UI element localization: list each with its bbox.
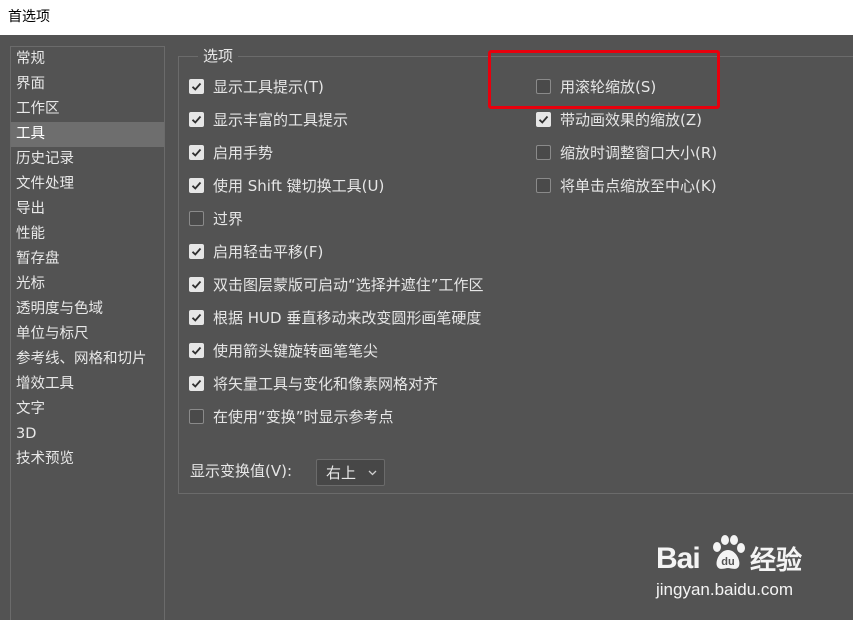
show-transform-values-select[interactable]: 右上 <box>316 459 385 486</box>
checkmark-icon <box>191 148 202 157</box>
option-show-tooltips[interactable]: 显示工具提示(T) <box>189 74 324 98</box>
option-label: 根据 HUD 垂直移动来改变圆形画笔硬度 <box>213 308 482 327</box>
sidebar-item-interface[interactable]: 界面 <box>11 72 164 97</box>
checkbox[interactable] <box>189 210 204 226</box>
sidebar-item-3d[interactable]: 3D <box>11 422 164 447</box>
option-overscroll[interactable]: 过界 <box>189 206 243 230</box>
sidebar-item-tech-preview[interactable]: 技术预览 <box>11 447 164 472</box>
sidebar-item-workspace[interactable]: 工作区 <box>11 97 164 122</box>
baidu-paw-icon: du <box>713 535 745 569</box>
checkmark-icon <box>191 346 202 355</box>
option-zoom-clicked-point-center[interactable]: 将单击点缩放至中心(K) <box>536 173 717 197</box>
option-label: 启用轻击平移(F) <box>213 242 324 261</box>
checkmark-icon <box>191 280 202 289</box>
select-value: 右上 <box>326 464 357 482</box>
checkbox[interactable] <box>189 177 204 193</box>
option-rich-tooltips[interactable]: 显示丰富的工具提示 <box>189 107 348 131</box>
annotation-highlight-box <box>488 50 720 109</box>
option-snap-vector-tools[interactable]: 将矢量工具与变化和像素网格对齐 <box>189 371 438 395</box>
checkbox[interactable] <box>189 111 204 127</box>
checkbox[interactable] <box>189 342 204 358</box>
option-double-click-mask-workspace[interactable]: 双击图层蒙版可启动“选择并遮住”工作区 <box>189 272 484 296</box>
option-shift-switch-tools[interactable]: 使用 Shift 键切换工具(U) <box>189 173 384 197</box>
option-hud-brush-hardness[interactable]: 根据 HUD 垂直移动来改变圆形画笔硬度 <box>189 305 481 329</box>
checkmark-icon <box>191 82 202 91</box>
option-label: 过界 <box>213 209 244 228</box>
option-label: 使用箭头键旋转画笔笔尖 <box>213 341 379 360</box>
sidebar-item-plugins[interactable]: 增效工具 <box>11 372 164 397</box>
option-arrow-rotate-brush[interactable]: 使用箭头键旋转画笔笔尖 <box>189 338 378 362</box>
baidu-logo-text: Bai <box>656 542 701 575</box>
option-flick-panning[interactable]: 启用轻击平移(F) <box>189 239 323 263</box>
option-enable-gestures[interactable]: 启用手势 <box>189 140 273 164</box>
preferences-sidebar: 常规 界面 工作区 工具 历史记录 文件处理 导出 性能 暂存盘 光标 透明度与… <box>10 46 165 620</box>
option-label: 缩放时调整窗口大小(R) <box>560 143 718 162</box>
options-legend: 选项 <box>198 46 239 66</box>
checkmark-icon <box>191 247 202 256</box>
checkbox[interactable] <box>189 408 204 424</box>
sidebar-item-file-handling[interactable]: 文件处理 <box>11 172 164 197</box>
option-label: 带动画效果的缩放(Z) <box>560 110 702 129</box>
sidebar-item-units-rulers[interactable]: 单位与标尺 <box>11 322 164 347</box>
checkbox[interactable] <box>536 177 551 193</box>
option-label: 显示丰富的工具提示 <box>213 110 349 129</box>
sidebar-item-performance[interactable]: 性能 <box>11 222 164 247</box>
checkmark-icon <box>538 115 549 124</box>
checkbox[interactable] <box>189 276 204 292</box>
option-label: 使用 Shift 键切换工具(U) <box>213 176 385 195</box>
option-zoom-resizes-windows[interactable]: 缩放时调整窗口大小(R) <box>536 140 717 164</box>
sidebar-item-transparency-gamut[interactable]: 透明度与色域 <box>11 297 164 322</box>
sidebar-item-export[interactable]: 导出 <box>11 197 164 222</box>
sidebar-item-history[interactable]: 历史记录 <box>11 147 164 172</box>
svg-text:du: du <box>721 556 734 568</box>
option-label: 启用手势 <box>213 143 274 162</box>
watermark-url: jingyan.baidu.com <box>656 580 794 599</box>
sidebar-item-type[interactable]: 文字 <box>11 397 164 422</box>
checkbox[interactable] <box>189 243 204 259</box>
sidebar-item-scratch-disks[interactable]: 暂存盘 <box>11 247 164 272</box>
checkbox[interactable] <box>189 375 204 391</box>
option-label: 将矢量工具与变化和像素网格对齐 <box>213 374 439 393</box>
checkmark-icon <box>191 379 202 388</box>
sidebar-item-guides-grid-slices[interactable]: 参考线、网格和切片 <box>11 347 164 372</box>
chevron-down-icon <box>368 470 377 476</box>
option-label: 双击图层蒙版可启动“选择并遮住”工作区 <box>213 275 484 294</box>
show-transform-values-label: 显示变换值(V): <box>190 462 293 480</box>
sidebar-item-general[interactable]: 常规 <box>11 47 164 72</box>
option-label: 将单击点缩放至中心(K) <box>560 176 717 195</box>
window-title: 首选项 <box>0 0 853 35</box>
sidebar-item-cursors[interactable]: 光标 <box>11 272 164 297</box>
checkmark-icon <box>191 313 202 322</box>
option-show-reference-point[interactable]: 在使用“变换”时显示参考点 <box>189 404 394 428</box>
checkbox[interactable] <box>189 309 204 325</box>
checkbox[interactable] <box>536 144 551 160</box>
checkmark-icon <box>191 181 202 190</box>
option-label: 显示工具提示(T) <box>213 77 324 96</box>
baidu-jingyan-text: 经验 <box>750 546 803 576</box>
checkbox[interactable] <box>189 78 204 94</box>
sidebar-item-tools[interactable]: 工具 <box>11 122 164 147</box>
checkbox[interactable] <box>189 144 204 160</box>
checkmark-icon <box>191 115 202 124</box>
checkbox[interactable] <box>536 111 551 127</box>
option-animated-zoom[interactable]: 带动画效果的缩放(Z) <box>536 107 702 131</box>
option-label: 在使用“变换”时显示参考点 <box>213 407 394 426</box>
